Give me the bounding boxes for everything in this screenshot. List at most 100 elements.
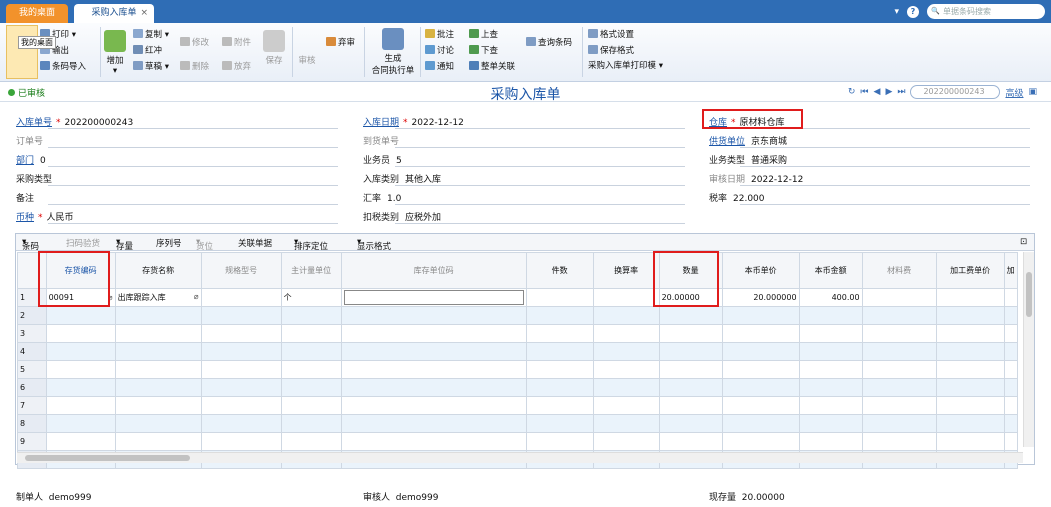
col-header[interactable]: 主计量单位 bbox=[280, 252, 342, 289]
col-header[interactable]: 规格型号 bbox=[200, 252, 282, 289]
col-header[interactable]: 材料费 bbox=[861, 252, 937, 289]
supplier-field: 供货单位 京东商城 bbox=[709, 137, 788, 147]
cell-name[interactable]: 出库跟踪入库 ⌀ bbox=[114, 288, 202, 307]
generate-contract-button[interactable]: 生成 合同执行单 bbox=[368, 28, 418, 76]
table-row[interactable]: 1 00091 ⌀ 出库跟踪入库 ⌀ 个 20.00000 20.000000 40… bbox=[17, 288, 1018, 307]
rate-field: 汇率 1.0 bbox=[363, 194, 402, 204]
table-row[interactable]: 9 bbox=[17, 432, 1018, 451]
query-barcode-button[interactable]: 查询条码 bbox=[526, 37, 572, 49]
whole-link-button[interactable]: 整单关联 bbox=[469, 61, 515, 73]
col-header[interactable]: 加工费单价 bbox=[935, 252, 1005, 289]
prev-query-button[interactable]: 上查 bbox=[469, 29, 498, 41]
annotate-icon bbox=[425, 29, 435, 38]
up-query-icon bbox=[469, 29, 479, 38]
delete-button[interactable]: 删除 bbox=[180, 61, 209, 73]
first-icon[interactable]: ⏮ bbox=[860, 87, 868, 97]
display-format-menu[interactable]: 显示格式 ▾ bbox=[357, 237, 391, 252]
abandon-button[interactable]: 放弃 bbox=[222, 61, 251, 73]
table-row[interactable]: 3 bbox=[17, 324, 1018, 343]
add-button[interactable]: 增加 ▾ bbox=[104, 30, 126, 76]
save-button[interactable]: 保存 bbox=[262, 30, 286, 66]
vertical-scrollbar[interactable] bbox=[1023, 252, 1034, 447]
refresh-icon[interactable]: ↻ bbox=[848, 87, 856, 97]
save-format-button[interactable]: 保存格式 bbox=[588, 45, 634, 57]
barcode-search-input[interactable]: 单据条码搜索 bbox=[927, 4, 1045, 19]
order-no-field[interactable]: 订单号 bbox=[16, 134, 43, 147]
grid-toolbar: 条码 ▾ 扫码验货 存量 ▾ 序列号 货位 ▾ 关联单据 排序定位 ▾ 显示格式… bbox=[16, 234, 1034, 252]
col-header[interactable]: 存货名称 bbox=[114, 252, 202, 289]
advanced-link[interactable]: 高级 bbox=[1005, 86, 1023, 99]
cell-amount[interactable]: 400.00 bbox=[798, 288, 863, 307]
table-row[interactable]: 6 bbox=[17, 378, 1018, 397]
col-header[interactable]: 本币单价 bbox=[721, 252, 800, 289]
sort-locate-menu[interactable]: 排序定位 ▾ bbox=[294, 237, 328, 252]
print-template-select[interactable]: 采购入库单打印模 ▾ bbox=[588, 61, 663, 72]
prev-icon[interactable]: ◀ bbox=[874, 87, 881, 97]
save-format-icon bbox=[588, 45, 598, 54]
location-menu[interactable]: 货位 ▾ bbox=[196, 237, 213, 252]
review-button[interactable]: 审核 bbox=[296, 54, 318, 66]
paperclip-icon bbox=[222, 37, 232, 46]
col-header[interactable]: 库存单位码 bbox=[340, 252, 527, 289]
deduct-field: 扣税类别 应税外加 bbox=[363, 213, 442, 223]
col-header[interactable]: 件数 bbox=[525, 252, 594, 289]
table-row[interactable]: 7 bbox=[17, 396, 1018, 415]
desktop-button-highlight[interactable] bbox=[6, 25, 38, 79]
horizontal-scrollbar[interactable] bbox=[17, 452, 1023, 463]
next-query-button[interactable]: 下查 bbox=[469, 45, 498, 57]
table-row[interactable]: 4 bbox=[17, 342, 1018, 361]
tab-purchase-inbound[interactable]: 采购入库单 × bbox=[74, 4, 154, 23]
dropdown-icon[interactable]: ▾ bbox=[894, 7, 899, 17]
pencil-icon bbox=[180, 37, 190, 46]
discuss-icon bbox=[425, 45, 435, 54]
warehouse-highlight bbox=[702, 109, 803, 129]
next-icon[interactable]: ▶ bbox=[885, 87, 892, 97]
close-icon[interactable]: × bbox=[140, 4, 148, 23]
copy-button[interactable]: 复制 ▾ bbox=[133, 29, 169, 41]
col-header[interactable]: 本币金额 bbox=[798, 252, 863, 289]
tab-my-desktop[interactable]: 我的桌面 bbox=[6, 4, 68, 23]
layout-icon[interactable]: ▣ bbox=[1028, 87, 1037, 97]
barcode-icon bbox=[40, 61, 50, 70]
discuss-button[interactable]: 讨论 bbox=[425, 45, 454, 57]
expand-icon[interactable]: ⊡ bbox=[1020, 237, 1027, 247]
abandon-review-button[interactable]: 弃审 bbox=[326, 37, 355, 49]
red-flush-button[interactable]: 红冲 bbox=[133, 45, 162, 57]
table-row[interactable]: 2 bbox=[17, 306, 1018, 325]
copy-icon bbox=[133, 29, 143, 38]
purchase-type-field[interactable]: 采购类型 bbox=[16, 172, 52, 185]
paperclip-icon[interactable]: ⌀ bbox=[194, 292, 199, 301]
annotate-button[interactable]: 批注 bbox=[425, 29, 454, 41]
table-row[interactable]: 8 bbox=[17, 414, 1018, 433]
doc-no-field: 入库单号 * 202200000243 bbox=[16, 118, 134, 128]
barcode-import-button[interactable]: 条码导入 bbox=[40, 61, 86, 73]
remark-field[interactable]: 备注 bbox=[16, 191, 34, 204]
modify-button[interactable]: 修改 bbox=[180, 37, 209, 49]
last-icon[interactable]: ⏭ bbox=[897, 87, 905, 97]
add-icon bbox=[104, 30, 126, 52]
cell-unit[interactable]: 个 bbox=[280, 288, 342, 307]
cell-stock-unit-code[interactable] bbox=[340, 288, 527, 307]
scan-check-button[interactable]: 扫码验货 bbox=[66, 237, 100, 249]
notify-icon bbox=[425, 61, 435, 70]
notify-button[interactable]: 通知 bbox=[425, 61, 454, 73]
arrival-no-field[interactable]: 到货单号 bbox=[363, 134, 399, 147]
barcode-menu[interactable]: 条码 ▾ bbox=[22, 237, 39, 252]
stock-menu[interactable]: 存量 ▾ bbox=[116, 237, 133, 252]
draft-button[interactable]: 草稿 ▾ bbox=[133, 61, 169, 73]
format-settings-button[interactable]: 格式设置 bbox=[588, 29, 634, 41]
table-row[interactable]: 5 bbox=[17, 360, 1018, 379]
tax-field: 税率 22.000 bbox=[709, 194, 765, 204]
tab-label: 采购入库单 bbox=[91, 8, 137, 18]
attach-button[interactable]: 附件 bbox=[222, 37, 251, 49]
col-header[interactable]: 换算率 bbox=[592, 252, 660, 289]
serial-button[interactable]: 序列号 bbox=[156, 237, 182, 249]
related-docs-button[interactable]: 关联单据 bbox=[238, 237, 272, 249]
biz-type-field: 业务类型 普通采购 bbox=[709, 156, 788, 166]
stock-field: 现存量 20.00000 bbox=[709, 493, 785, 503]
col-header[interactable]: 加 bbox=[1003, 252, 1018, 289]
doc-search-input[interactable]: 202200000243 bbox=[910, 85, 1001, 99]
cell-price[interactable]: 20.000000 bbox=[721, 288, 800, 307]
delete-icon bbox=[180, 61, 190, 70]
help-icon[interactable]: ? bbox=[907, 5, 919, 18]
